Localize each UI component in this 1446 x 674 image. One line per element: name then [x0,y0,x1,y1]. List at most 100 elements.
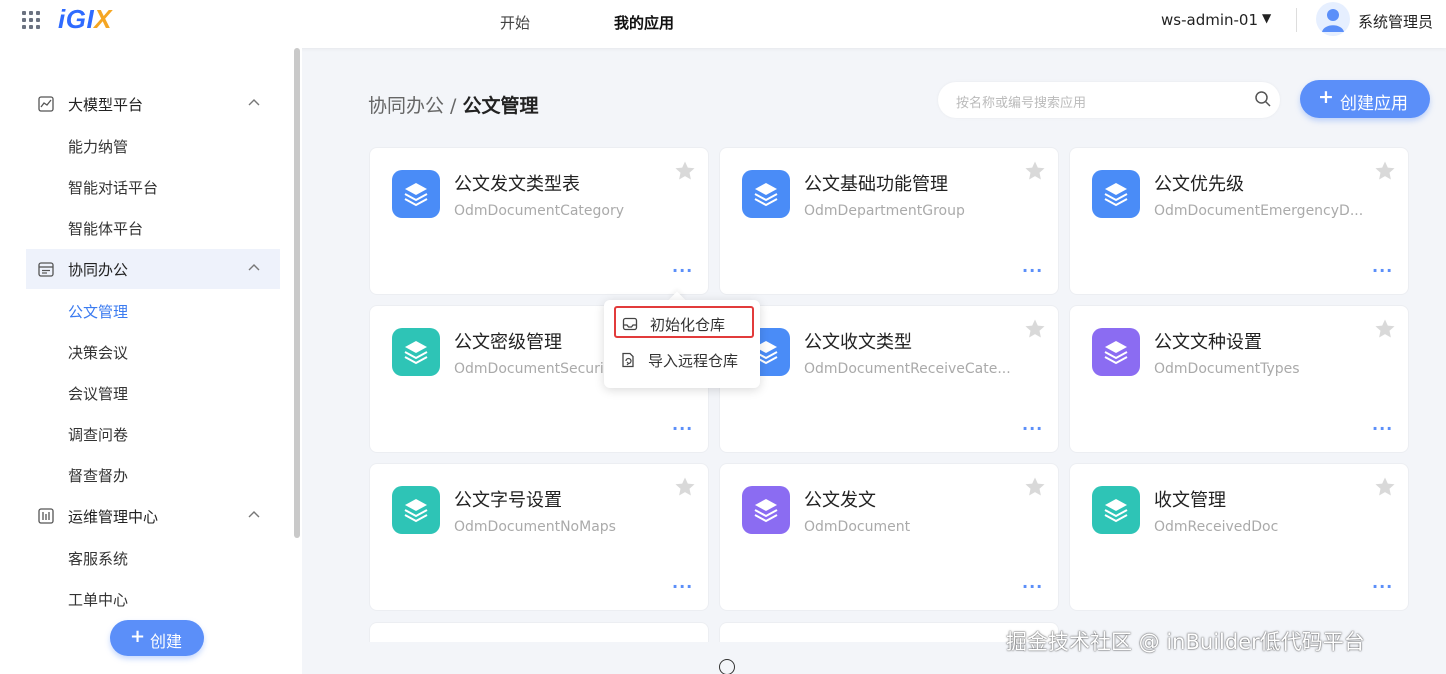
search-input[interactable]: 按名称或编号搜索应用 [938,82,1280,118]
app-title: 公文发文 [804,490,876,511]
app-card-partial[interactable] [369,622,709,642]
avatar[interactable] [1316,2,1350,36]
menu-item-import-remote-repo[interactable]: 导入远程仓库 [614,344,754,376]
star-icon[interactable] [1374,318,1396,340]
app-code: OdmDocumentCategory [454,203,625,219]
divider [1296,8,1297,32]
sidebar-group-label: 大模型平台 [68,96,144,114]
app-icon [1092,170,1140,218]
app-code: OdmReceivedDoc [1154,519,1279,535]
monitor-icon [38,508,54,524]
app-card[interactable]: 收文管理 OdmReceivedDoc ··· [1069,463,1409,611]
menu-item-label: 导入远程仓库 [648,352,739,370]
sidebar-item-document-mgmt[interactable]: 公文管理 [68,301,128,322]
layers-icon [404,341,428,365]
app-title: 公文密级管理 [454,332,562,353]
sidebar-group-ops-center[interactable]: 运维管理中心 [26,496,280,536]
card-more-menu: 初始化仓库 导入远程仓库 [604,300,760,388]
sidebar-group-llm-platform[interactable]: 大模型平台 [26,84,280,124]
more-options-button[interactable]: ··· [1022,579,1043,595]
star-icon[interactable] [1024,476,1046,498]
sidebar-item-meeting-mgmt[interactable]: 会议管理 [68,383,128,404]
sidebar-item-supervision[interactable]: 督查督办 [68,465,128,486]
menu-item-label: 初始化仓库 [650,316,726,334]
init-repo-icon [622,317,638,331]
caret-down-icon[interactable]: ▼ [1262,11,1271,25]
sidebar-item-survey[interactable]: 调查问卷 [68,424,128,445]
layers-icon [754,183,778,207]
star-icon[interactable] [1374,160,1396,182]
star-icon[interactable] [674,476,696,498]
more-options-button[interactable]: ··· [1372,263,1393,279]
circle-indicator [719,659,735,674]
app-card[interactable]: 公文字号设置 OdmDocumentNoMaps ··· [369,463,709,611]
more-options-button[interactable]: ··· [1372,579,1393,595]
chevron-up-icon[interactable] [248,510,260,518]
more-options-button[interactable]: ··· [1022,421,1043,437]
sidebar-item-agent-platform[interactable]: 智能体平台 [68,218,143,239]
app-code: OdmDocumentEmergencyD... [1154,203,1364,219]
sidebar-item-decision-meeting[interactable]: 决策会议 [68,342,128,363]
sidebar-group-label: 协同办公 [68,261,129,279]
app-icon [392,328,440,376]
app-card[interactable]: 公文基础功能管理 OdmDepartmentGroup ··· [719,147,1059,295]
app-title: 公文收文类型 [804,332,912,353]
breadcrumb-current: 公文管理 [462,95,539,117]
watermark: 掘金技术社区 @ inBuilder低代码平台 [1006,630,1365,654]
app-card[interactable]: 公文发文类型表 OdmDocumentCategory ··· [369,147,709,295]
app-code: OdmDocument [804,519,911,535]
igix-logo[interactable]: iGIX [58,4,112,35]
tab-start[interactable]: 开始 [500,12,530,33]
layers-icon [1104,341,1128,365]
breadcrumb: 协同办公 / 公文管理 [368,91,539,118]
layers-icon [1104,183,1128,207]
layers-icon [1104,499,1128,523]
sidebar-group-label: 运维管理中心 [68,508,159,526]
calendar-icon [38,262,54,277]
more-options-button[interactable]: ··· [672,263,693,279]
breadcrumb-parent[interactable]: 协同办公 [368,95,444,117]
sidebar-item-chat-platform[interactable]: 智能对话平台 [68,177,158,198]
star-icon[interactable] [1374,476,1396,498]
app-card[interactable]: 公文收文类型 OdmDocumentReceiveCate... ··· [719,305,1059,453]
app-icon [392,486,440,534]
sidebar-item-ticket-center[interactable]: 工单中心 [68,589,128,610]
app-title: 收文管理 [1154,490,1226,511]
plus-icon: + [130,626,146,647]
sidebar-item-capability[interactable]: 能力纳管 [68,136,128,157]
sidebar-scrollbar[interactable] [294,48,300,538]
user-name[interactable]: 系统管理员 [1358,11,1433,32]
star-icon[interactable] [674,160,696,182]
sidebar: 大模型平台 能力纳管 智能对话平台 智能体平台 协同办公 公文管理 决策会议 会… [0,48,302,674]
app-code: OdmDocumentTypes [1154,361,1300,377]
app-card[interactable]: 公文优先级 OdmDocumentEmergencyD... ··· [1069,147,1409,295]
sidebar-create-button[interactable]: + 创建 [110,620,204,656]
app-card[interactable]: 公文文种设置 OdmDocumentTypes ··· [1069,305,1409,453]
star-icon[interactable] [1024,318,1046,340]
chevron-up-icon[interactable] [248,98,260,106]
workspace-selector[interactable]: ws-admin-01 [1161,11,1258,29]
more-options-button[interactable]: ··· [1022,263,1043,279]
app-title: 公文优先级 [1154,174,1244,195]
sidebar-group-collab-office[interactable]: 协同办公 [26,249,280,289]
search-icon[interactable] [1254,90,1272,108]
more-options-button[interactable]: ··· [672,421,693,437]
layers-icon [404,499,428,523]
app-code: OdmDocumentReceiveCate... [804,361,1011,377]
app-grid-icon[interactable] [22,11,40,29]
tab-my-apps[interactable]: 我的应用 [614,12,674,33]
chevron-up-icon[interactable] [248,263,260,271]
more-options-button[interactable]: ··· [1372,421,1393,437]
app-title: 公文发文类型表 [454,174,580,195]
app-code: OdmDepartmentGroup [804,203,965,219]
create-app-button[interactable]: + 创建应用 [1300,80,1430,118]
app-title: 公文字号设置 [454,490,562,511]
app-title: 公文基础功能管理 [804,174,948,195]
menu-item-init-repo[interactable]: 初始化仓库 [614,306,754,338]
chart-icon [38,96,54,112]
app-icon [1092,328,1140,376]
app-card[interactable]: 公文发文 OdmDocument ··· [719,463,1059,611]
sidebar-item-customer-service[interactable]: 客服系统 [68,548,128,569]
star-icon[interactable] [1024,160,1046,182]
more-options-button[interactable]: ··· [672,579,693,595]
